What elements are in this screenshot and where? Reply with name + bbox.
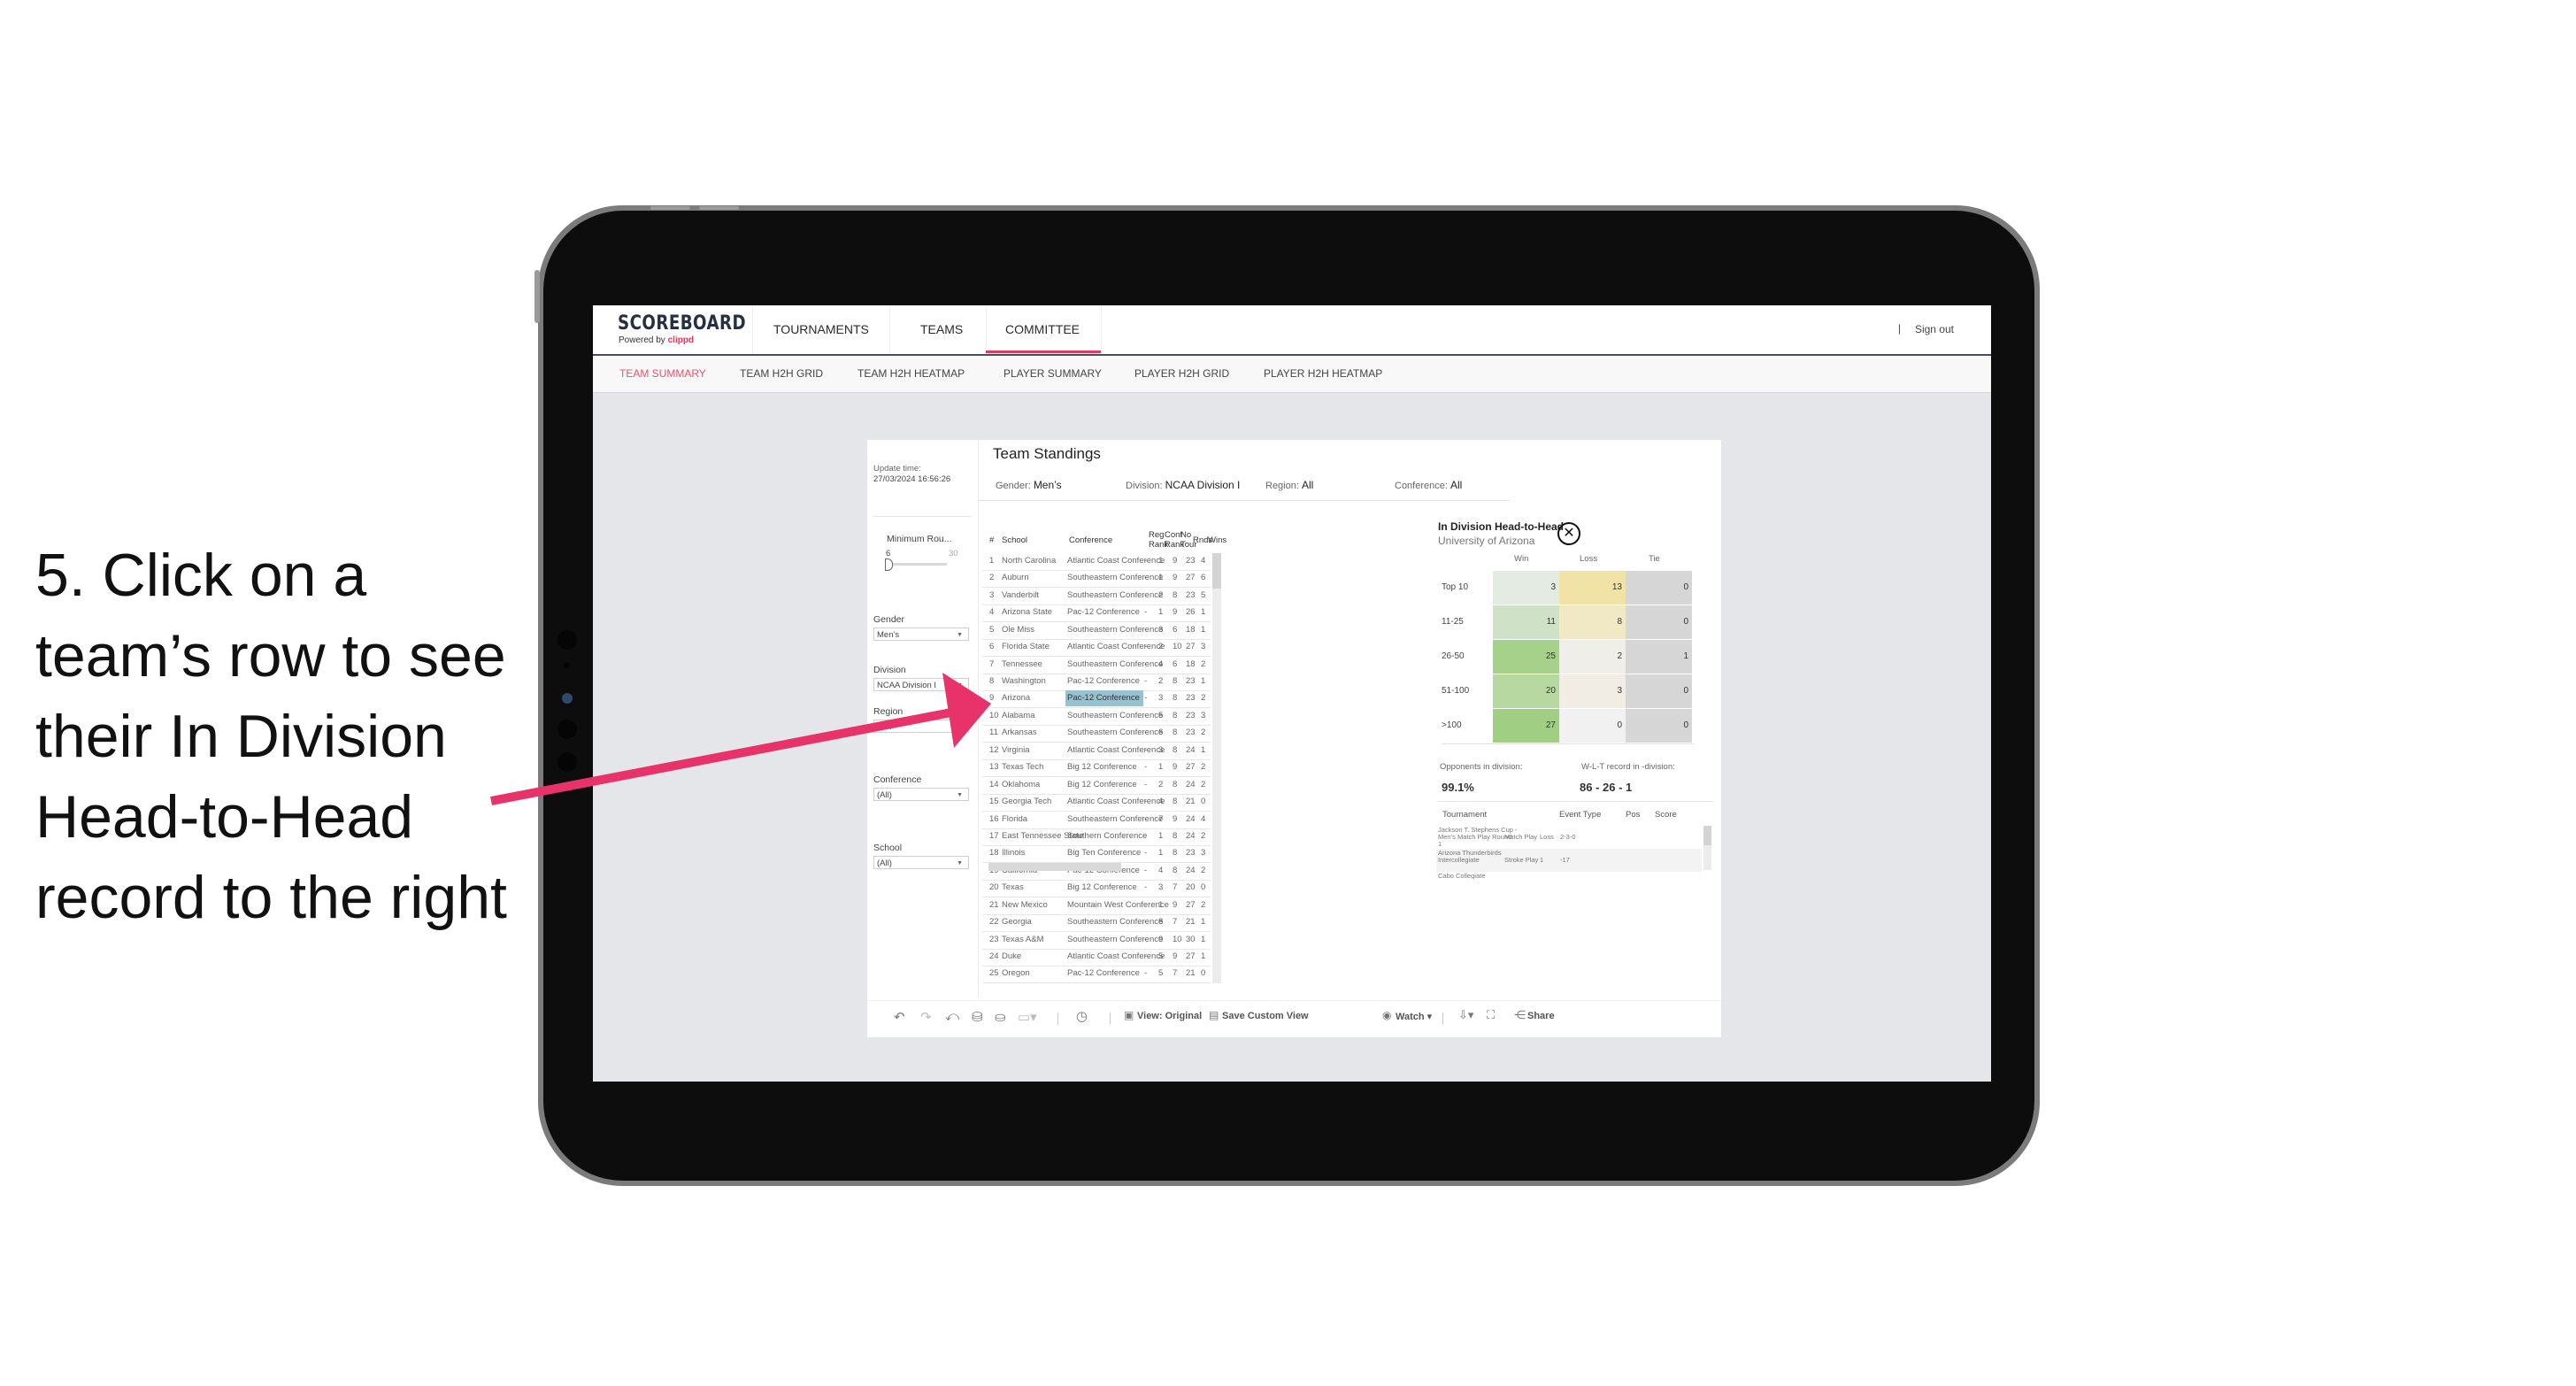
arrow-head <box>942 673 991 748</box>
annotation-arrow <box>490 673 991 805</box>
arrow-shaft <box>490 708 952 805</box>
